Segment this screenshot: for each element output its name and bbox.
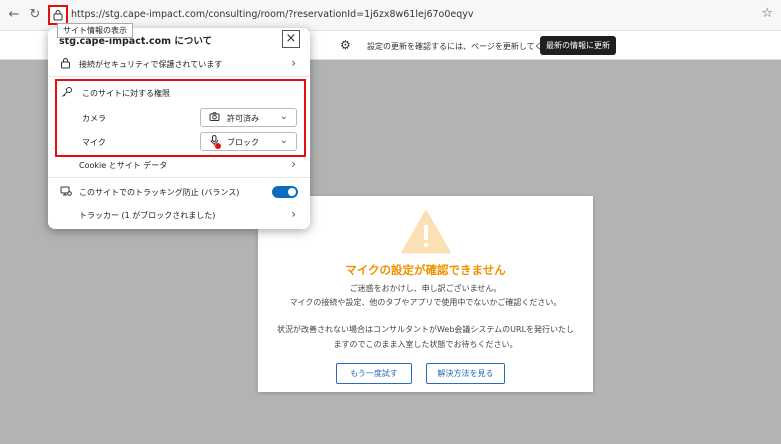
dialog-message-line3: 状況が改善されない場合はコンサルタントがWeb会議システムのURLを発行いたし bbox=[276, 325, 575, 334]
address-bar-url[interactable]: https://stg.cape-impact.com/consulting/r… bbox=[71, 9, 474, 20]
refresh-page-button[interactable]: 最新の情報に更新 bbox=[540, 36, 616, 55]
cookie-label: Cookie とサイト データ bbox=[79, 161, 168, 170]
site-info-tooltip: サイト情報の表示 bbox=[57, 23, 133, 38]
close-button[interactable]: × bbox=[282, 30, 300, 48]
connection-security-label: 接続がセキュリティで保護されています bbox=[79, 60, 223, 69]
favorite-star-icon[interactable]: ☆ bbox=[761, 6, 773, 21]
chevron-down-icon: ⌄ bbox=[279, 111, 288, 122]
key-icon bbox=[61, 86, 73, 101]
gear-icon: ⚙ bbox=[340, 38, 351, 52]
tracking-prevention-row: このサイトでのトラッキング防止 (バランス) bbox=[48, 181, 310, 203]
mic-label: マイク bbox=[82, 138, 106, 147]
chevron-right-icon: › bbox=[291, 157, 296, 171]
chevron-right-icon: › bbox=[291, 207, 296, 221]
camera-label: カメラ bbox=[82, 114, 106, 123]
divider bbox=[48, 76, 310, 77]
blocked-badge bbox=[215, 143, 221, 149]
chevron-down-icon: ⌄ bbox=[279, 135, 288, 146]
view-solution-button[interactable]: 解決方法を見る bbox=[426, 363, 505, 384]
close-icon: × bbox=[285, 31, 297, 46]
dialog-title: マイクの設定が確認できません bbox=[345, 263, 506, 277]
chevron-right-icon: › bbox=[291, 56, 296, 70]
mic-permission-select[interactable]: ブロック ⌄ bbox=[200, 132, 297, 151]
lock-icon bbox=[60, 57, 71, 72]
site-permissions-section: このサイトに対する権限 カメラ 許可済み ⌄ マイク ブロック ⌄ bbox=[55, 79, 306, 157]
camera-permission-value: 許可済み bbox=[227, 114, 259, 123]
retry-button[interactable]: もう一度試す bbox=[336, 363, 412, 384]
camera-permission-select[interactable]: 許可済み ⌄ bbox=[200, 108, 297, 127]
camera-icon bbox=[209, 111, 220, 125]
dialog-message-line4: ますのでこのまま入室した状態でお待ちください。 bbox=[333, 340, 518, 349]
tracking-prevention-toggle[interactable] bbox=[272, 186, 298, 198]
update-message: 設定の更新を確認するには、ページを更新してください bbox=[367, 42, 567, 51]
warning-icon bbox=[401, 210, 451, 254]
site-info-button[interactable] bbox=[48, 5, 68, 25]
tracking-prevention-icon bbox=[60, 185, 72, 200]
refresh-icon[interactable]: ↻ bbox=[27, 7, 43, 23]
divider bbox=[48, 177, 310, 178]
tracking-prevention-label: このサイトでのトラッキング防止 (バランス) bbox=[79, 188, 240, 197]
mic-permission-value: ブロック bbox=[227, 138, 259, 147]
dialog-message-line2: マイクの接続や設定、他のタブやアプリで使用中でないかご確認ください。 bbox=[289, 298, 562, 307]
permissions-title: このサイトに対する権限 bbox=[82, 89, 170, 98]
dialog-message-line1: ご迷惑をおかけし、申し訳ございません。 bbox=[349, 284, 502, 293]
trackers-row[interactable]: トラッカー (1 がブロックされました) › bbox=[48, 204, 310, 226]
cookie-row[interactable]: Cookie とサイト データ › bbox=[48, 154, 310, 176]
lock-icon bbox=[53, 10, 63, 21]
back-arrow-icon[interactable]: ← bbox=[6, 7, 22, 23]
connection-security-row[interactable]: 接続がセキュリティで保護されています › bbox=[48, 53, 310, 75]
trackers-label: トラッカー (1 がブロックされました) bbox=[79, 211, 216, 220]
